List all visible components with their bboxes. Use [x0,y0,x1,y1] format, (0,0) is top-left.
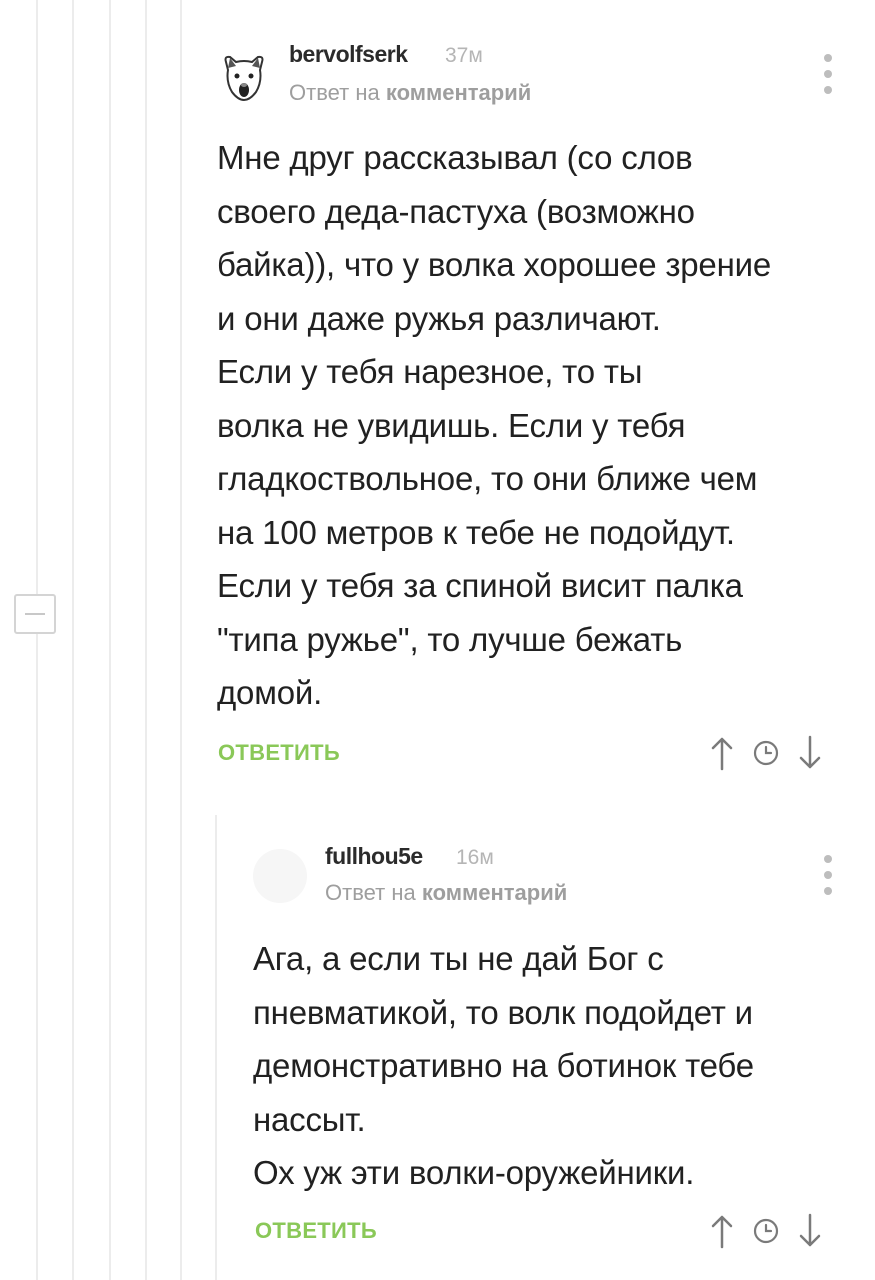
comment-line: "типа ружье", то лучше бежать [217,620,683,658]
clock-icon[interactable] [740,733,792,773]
comment-line: своего деда-пастуха (возможно [217,192,695,230]
comment-line: Мне друг рассказывал (со слов [217,139,693,176]
reply-target-link[interactable]: комментарий [386,80,531,105]
arrow-up-icon[interactable] [704,1211,740,1251]
comment-line: пневматикой, то волк подойдет и [253,993,753,1031]
arrow-up-icon[interactable] [704,733,740,773]
comment-body: Мне друг рассказывал (со слов своего дед… [217,131,771,720]
comment-time: 16м [456,846,494,869]
thread-line [145,0,147,1280]
more-vertical-icon[interactable] [821,855,835,895]
comment-line: демонстративно на ботинок тебе [253,1047,754,1084]
comment-line: домой. [217,674,323,711]
arrow-down-icon[interactable] [792,733,828,773]
comment-line: волка не увидишь. Если у тебя [217,406,686,444]
comment-line: байка)), что у волка хорошее зрение [217,246,772,283]
reply-target-link[interactable]: комментарий [422,880,567,905]
comment-actions [704,1211,828,1251]
wolf-avatar-icon[interactable] [216,48,272,104]
default-avatar-icon[interactable] [252,848,308,904]
comment-actions [704,733,828,773]
comment-username[interactable]: bervolfserk [289,41,408,68]
comment-line: Если у тебя нарезное, то ты [217,353,643,390]
comment-time: 37м [445,44,483,67]
reply-prefix: Ответ на [289,80,380,105]
reply-button[interactable]: ОТВЕТИТЬ [255,1218,377,1244]
thread-line [72,0,74,1280]
reply-to-meta: Ответ на комментарий [325,880,567,906]
comment-line: и они даже ружья различают. [217,299,661,337]
more-vertical-icon[interactable] [821,54,835,94]
reply-button[interactable]: ОТВЕТИТЬ [218,740,340,766]
comment-line: Ага, а если ты не дай Бог с [253,940,664,977]
comment-line: на 100 метров к тебе не подойдут. [217,513,735,551]
thread-line [215,815,217,1280]
comment-line: Ох уж эти волки-оружейники. [253,1154,695,1191]
collapse-minus-icon[interactable] [14,594,56,634]
arrow-down-icon[interactable] [792,1211,828,1251]
comment-line: нассыт. [253,1100,366,1138]
thread-line [180,0,182,1280]
comment-username[interactable]: fullhou5e [325,843,423,870]
comment-line: Если у тебя за спиной висит палка [217,567,743,604]
thread-line [109,0,111,1280]
comment-line: гладкоствольное, то они ближе чем [217,460,758,497]
reply-prefix: Ответ на [325,880,416,905]
comment-body: Ага, а если ты не дай Бог с пневматикой,… [253,932,754,1200]
thread-line [36,0,38,1280]
reply-to-meta: Ответ на комментарий [289,80,531,106]
clock-icon[interactable] [740,1211,792,1251]
